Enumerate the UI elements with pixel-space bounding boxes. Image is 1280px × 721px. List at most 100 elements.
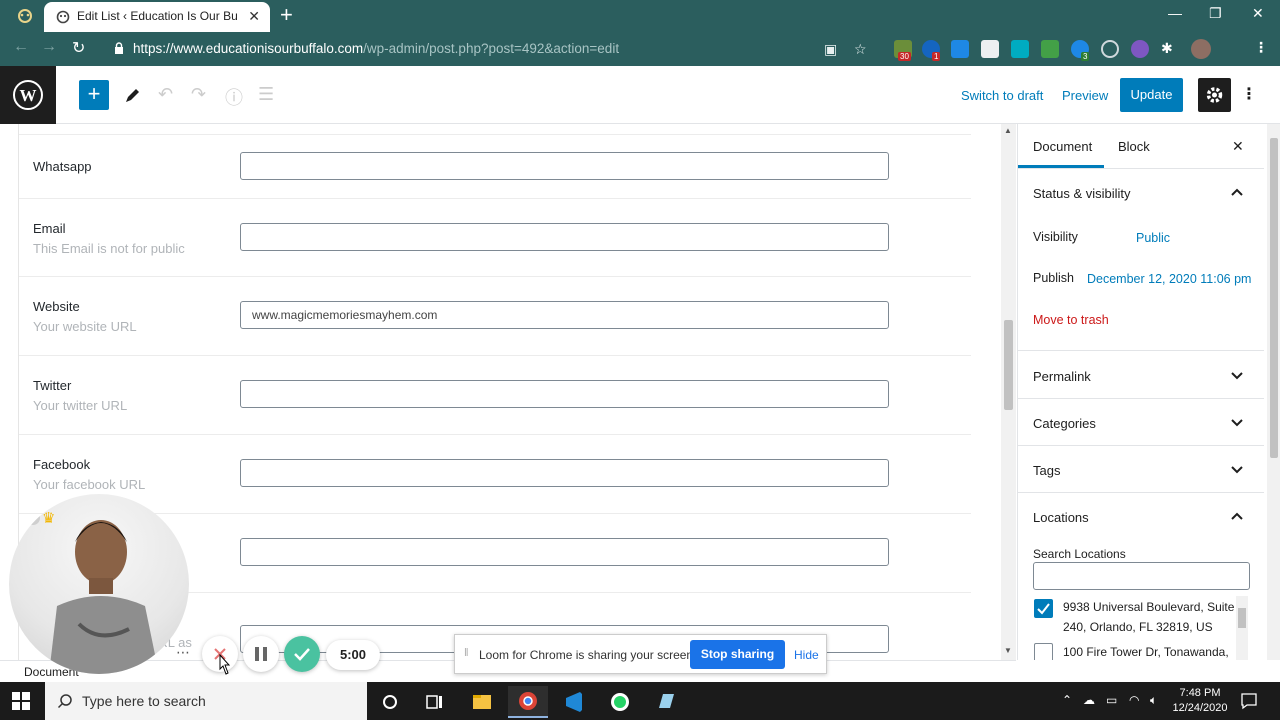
scrollbar-thumb[interactable]	[1238, 608, 1246, 628]
svg-text:W: W	[20, 86, 37, 105]
notes-app-icon[interactable]	[646, 686, 686, 718]
scrollbar-thumb[interactable]	[1270, 138, 1278, 458]
visibility-link[interactable]: Public	[1136, 231, 1170, 245]
window-close-icon[interactable]: ✕	[1252, 5, 1264, 22]
chevron-down-icon[interactable]	[1231, 372, 1243, 380]
add-block-button[interactable]: +	[79, 80, 109, 110]
extension-badge: 1	[932, 52, 941, 61]
minimize-icon[interactable]: —	[1168, 5, 1182, 21]
facebook-input[interactable]	[240, 459, 889, 487]
wordpress-logo[interactable]: W	[0, 66, 56, 124]
scroll-down-icon[interactable]: ▼	[1004, 646, 1012, 655]
browser-titlebar: Edit List ‹ Education Is Our Buffalo ✕ +…	[0, 0, 1280, 32]
drag-handle-icon[interactable]: ‖	[464, 647, 469, 659]
edit-pencil-icon[interactable]	[124, 86, 142, 104]
loom-more-icon[interactable]: ⋯	[176, 644, 190, 661]
move-to-trash-link[interactable]: Move to trash	[1033, 313, 1109, 327]
new-tab-button[interactable]: +	[280, 4, 293, 26]
hide-sharing-bar-link[interactable]: Hide	[794, 648, 819, 662]
outline-list-icon[interactable]: ☰	[258, 84, 274, 105]
whatsapp-input[interactable]	[240, 152, 889, 180]
field-row-facebook: Facebook Your facebook URL	[19, 434, 971, 513]
panel-categories-title[interactable]: Categories	[1033, 416, 1096, 431]
location-checkbox[interactable]	[1034, 599, 1053, 618]
more-options-icon[interactable]: ⋮	[1241, 84, 1257, 104]
field-label: Website	[33, 299, 80, 314]
publish-date-link[interactable]: December 12, 2020 11:06 pm	[1087, 272, 1251, 286]
extension-icon[interactable]	[981, 40, 999, 58]
wifi-icon[interactable]: ◠	[1129, 693, 1139, 707]
screen-sharing-bar: ‖ Loom for Chrome is sharing your screen…	[454, 634, 827, 674]
info-icon[interactable]: ⓘ	[225, 84, 243, 110]
vscode-icon[interactable]	[554, 686, 594, 718]
location-checkbox[interactable]	[1034, 643, 1053, 660]
tray-expand-icon[interactable]: ⌃	[1062, 693, 1072, 707]
gear-icon	[1206, 87, 1223, 103]
notifications-icon[interactable]	[1240, 692, 1258, 710]
volume-icon[interactable]: 🔈︎	[1150, 693, 1157, 708]
field-label: Email	[33, 221, 66, 236]
email-input[interactable]	[240, 223, 889, 251]
switch-to-draft-button[interactable]: Switch to draft	[961, 88, 1043, 103]
update-button[interactable]: Update	[1120, 78, 1183, 112]
extension-icon[interactable]	[951, 40, 969, 58]
search-locations-input[interactable]	[1033, 562, 1250, 590]
field-row-twitter: Twitter Your twitter URL	[19, 355, 971, 434]
extensions-puzzle-icon[interactable]: ✱	[1161, 40, 1173, 57]
onedrive-cloud-icon[interactable]: ☁	[1083, 693, 1095, 707]
maximize-icon[interactable]: ❐	[1209, 5, 1222, 22]
loom-camera-bubble[interactable]	[9, 494, 189, 674]
chrome-menu-icon[interactable]: ⋮	[1254, 39, 1268, 56]
tab-document[interactable]: Document	[1033, 139, 1092, 154]
content-scrollbar[interactable]: ▲ ▼	[1001, 124, 1016, 660]
address-bar[interactable]: https://www.educationisourbuffalo.com/wp…	[104, 36, 876, 62]
cast-icon[interactable]: ▣	[824, 41, 837, 58]
chevron-down-icon[interactable]	[1231, 419, 1243, 427]
chevron-up-icon[interactable]	[1231, 512, 1243, 520]
redo-icon[interactable]: ↷	[191, 84, 206, 105]
close-sidebar-icon[interactable]: ✕	[1232, 138, 1244, 155]
scroll-up-icon[interactable]: ▲	[1004, 126, 1012, 135]
loom-finish-button[interactable]	[284, 636, 320, 672]
preview-button[interactable]: Preview	[1062, 88, 1108, 103]
extension-icon[interactable]	[1131, 40, 1149, 58]
visibility-label: Visibility	[1033, 230, 1078, 244]
profile-avatar[interactable]	[1191, 39, 1211, 59]
chevron-down-icon[interactable]	[1231, 466, 1243, 474]
cortana-icon[interactable]	[370, 686, 410, 718]
chevron-up-icon[interactable]	[1231, 188, 1243, 196]
chrome-taskbar-icon[interactable]	[508, 686, 548, 718]
website-input[interactable]: www.magicmemoriesmayhem.com	[240, 301, 889, 329]
forward-icon[interactable]: →	[41, 38, 57, 56]
text-input[interactable]	[240, 538, 889, 566]
extension-icon[interactable]	[1101, 40, 1119, 58]
windows-start-icon[interactable]	[12, 692, 30, 710]
taskbar-search-box[interactable]: Type here to search	[45, 682, 367, 720]
sidebar-scrollbar[interactable]	[1267, 124, 1280, 660]
undo-icon[interactable]: ↶	[158, 84, 173, 105]
task-view-icon[interactable]	[414, 686, 454, 718]
battery-icon[interactable]: ▭	[1106, 693, 1117, 707]
panel-tags-title[interactable]: Tags	[1033, 463, 1060, 478]
stop-sharing-button[interactable]: Stop sharing	[690, 640, 785, 669]
file-explorer-icon[interactable]	[462, 686, 502, 718]
panel-status-visibility-title[interactable]: Status & visibility	[1033, 186, 1131, 201]
whatsapp-icon[interactable]	[600, 686, 640, 718]
tab-block[interactable]: Block	[1118, 139, 1150, 154]
panel-permalink-title[interactable]: Permalink	[1033, 369, 1091, 384]
panel-locations-title[interactable]: Locations	[1033, 510, 1089, 525]
back-icon[interactable]: ←	[13, 38, 29, 56]
locations-scrollbar[interactable]	[1236, 596, 1248, 660]
extension-icon[interactable]	[1011, 40, 1029, 58]
browser-tab-active[interactable]: Edit List ‹ Education Is Our Buffalo ✕	[44, 2, 270, 32]
reload-icon[interactable]: ↻	[72, 38, 85, 58]
twitter-input[interactable]	[240, 380, 889, 408]
extension-icon[interactable]	[1041, 40, 1059, 58]
taskbar-clock[interactable]: 7:48 PM 12/24/2020	[1168, 686, 1232, 716]
tab-close-icon[interactable]: ✕	[248, 8, 260, 25]
loom-pause-button[interactable]	[243, 636, 279, 672]
bookmark-star-icon[interactable]: ☆	[854, 41, 867, 58]
clock-date: 12/24/2020	[1172, 702, 1228, 714]
scrollbar-thumb[interactable]	[1004, 320, 1013, 410]
settings-button[interactable]	[1198, 78, 1231, 112]
